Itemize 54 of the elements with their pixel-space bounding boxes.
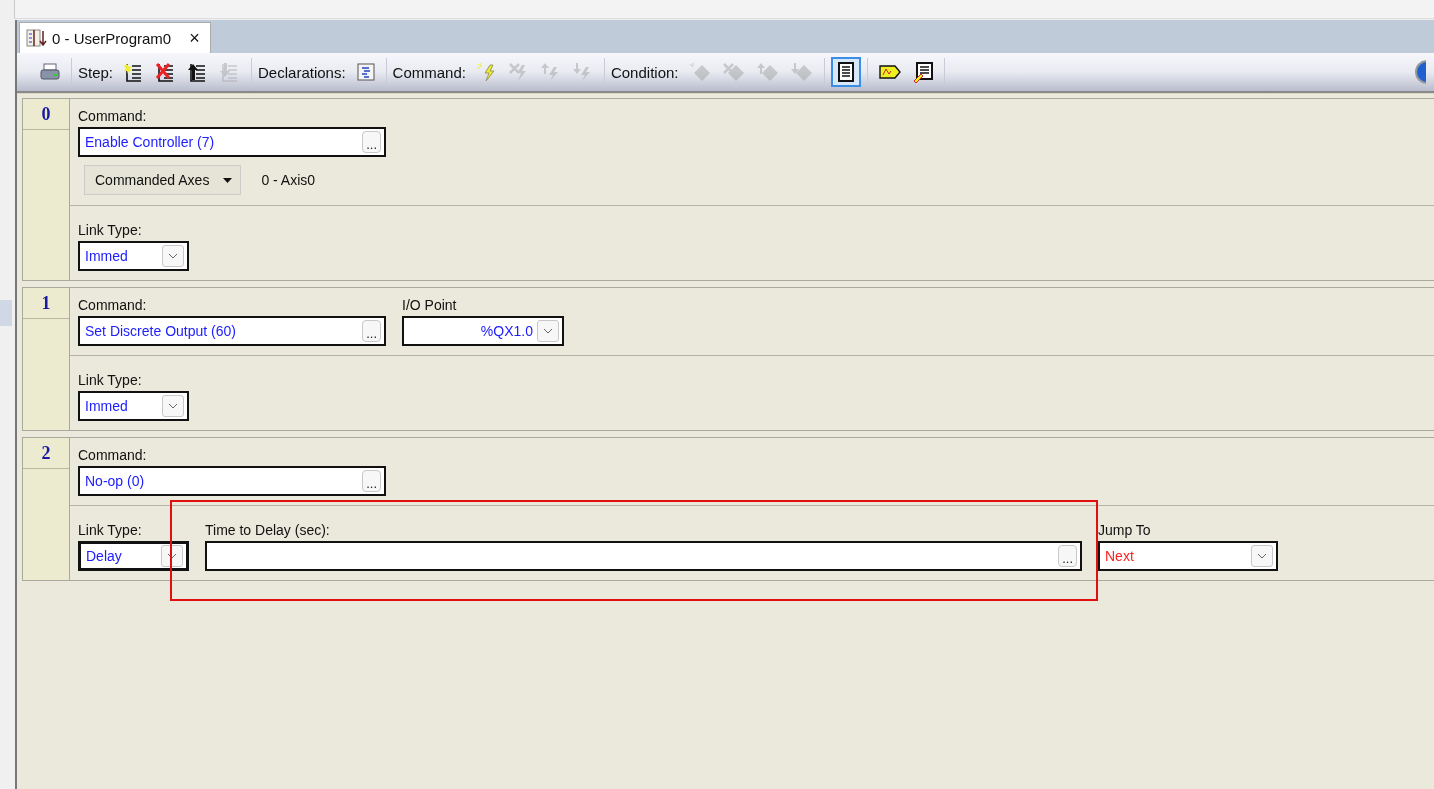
browse-button[interactable]: ... (362, 131, 381, 153)
step-number: 1 (23, 288, 69, 319)
step-number: 0 (23, 99, 69, 130)
jump-to-dropdown[interactable]: Next (1098, 541, 1278, 571)
field-label: Time to Delay (sec): (205, 521, 331, 539)
caret-down-icon (223, 177, 233, 183)
field-label: Command: (78, 107, 148, 125)
delay-field[interactable]: ... (205, 541, 1082, 571)
down-arrow-diamond-icon (790, 62, 815, 82)
link-type-dropdown[interactable]: Delay (78, 541, 189, 571)
cross-diamond-icon (722, 62, 747, 82)
field-label: Command: (78, 296, 148, 314)
sparkle-diamond-icon (688, 62, 713, 82)
command-field[interactable]: Set Discrete Output (60) ... (78, 316, 386, 346)
step-number: 2 (23, 438, 69, 469)
chevron-down-icon (168, 253, 178, 259)
close-icon[interactable]: × (189, 27, 200, 49)
command-field[interactable]: Enable Controller (7) ... (78, 127, 386, 157)
field-label: Jump To (1098, 521, 1152, 539)
toolbar-label: Command: (392, 63, 466, 81)
toolbar-button[interactable] (831, 57, 862, 87)
browse-button[interactable]: ... (362, 470, 381, 492)
browse-button[interactable]: ... (362, 320, 381, 342)
chevron-down-icon (168, 403, 178, 409)
toolbar-label: Declarations: (258, 63, 346, 81)
document-icon (355, 62, 376, 82)
document-tab[interactable]: 0 - UserProgram0 × (19, 22, 211, 53)
command-field[interactable]: No-op (0) ... (78, 466, 386, 496)
field-label: Command: (78, 446, 148, 464)
toolbar-label: Condition: (610, 63, 679, 81)
chevron-down-icon (543, 328, 553, 334)
tab-title: 0 - UserProgram0 (52, 29, 172, 47)
lightning-icon (475, 62, 498, 82)
axis-text: 0 - Axis0 (261, 172, 316, 188)
chevron-down-icon (167, 553, 177, 559)
field-label: Link Type: (78, 221, 143, 239)
field-label: Link Type: (78, 521, 143, 539)
document-pencil-icon (912, 61, 935, 83)
link-type-dropdown[interactable]: Immed (78, 391, 189, 421)
up-arrow-diamond-icon (756, 62, 781, 82)
chevron-down-icon (1257, 553, 1267, 559)
field-label: Link Type: (78, 371, 143, 389)
link-type-dropdown[interactable]: Immed (78, 241, 189, 271)
side-panel-tab[interactable] (0, 300, 12, 326)
list-arrow-icon (26, 29, 48, 47)
field-label: I/O Point (402, 296, 458, 314)
io-point-dropdown[interactable]: %QX1.0 (402, 316, 564, 346)
commanded-axes-dropdown[interactable]: Commanded Axes (84, 165, 242, 195)
browse-button[interactable]: ... (1058, 545, 1077, 567)
toolbar-label: Step: (78, 63, 114, 81)
dropdown-button[interactable] (161, 545, 183, 567)
tag-icon (878, 62, 903, 82)
printer-icon (39, 62, 61, 82)
notes-icon (836, 61, 857, 83)
